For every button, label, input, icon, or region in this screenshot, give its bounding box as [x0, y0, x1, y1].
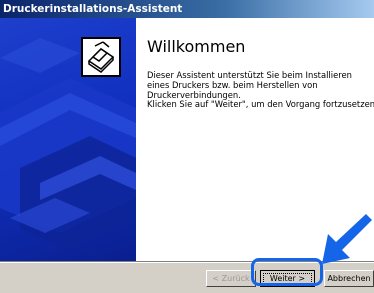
intro-text: Dieser Assistent unterstützt Sie beim In… — [147, 70, 352, 100]
page-title: Willkommen — [147, 37, 246, 56]
instruction-text: Klicken Sie auf "Weiter", um den Vorgang… — [147, 99, 374, 109]
highlight-ring — [251, 258, 323, 286]
cancel-button[interactable]: Abbrechen — [324, 270, 374, 287]
wizard-window: Druckerinstallations-Assistent Willkomme… — [0, 0, 374, 293]
printer-icon — [81, 37, 121, 77]
back-button[interactable]: < Zurück — [206, 270, 256, 287]
wizard-side-banner — [0, 18, 136, 261]
arrow-pointer-icon — [322, 214, 372, 264]
title-bar: Druckerinstallations-Assistent — [0, 0, 374, 18]
